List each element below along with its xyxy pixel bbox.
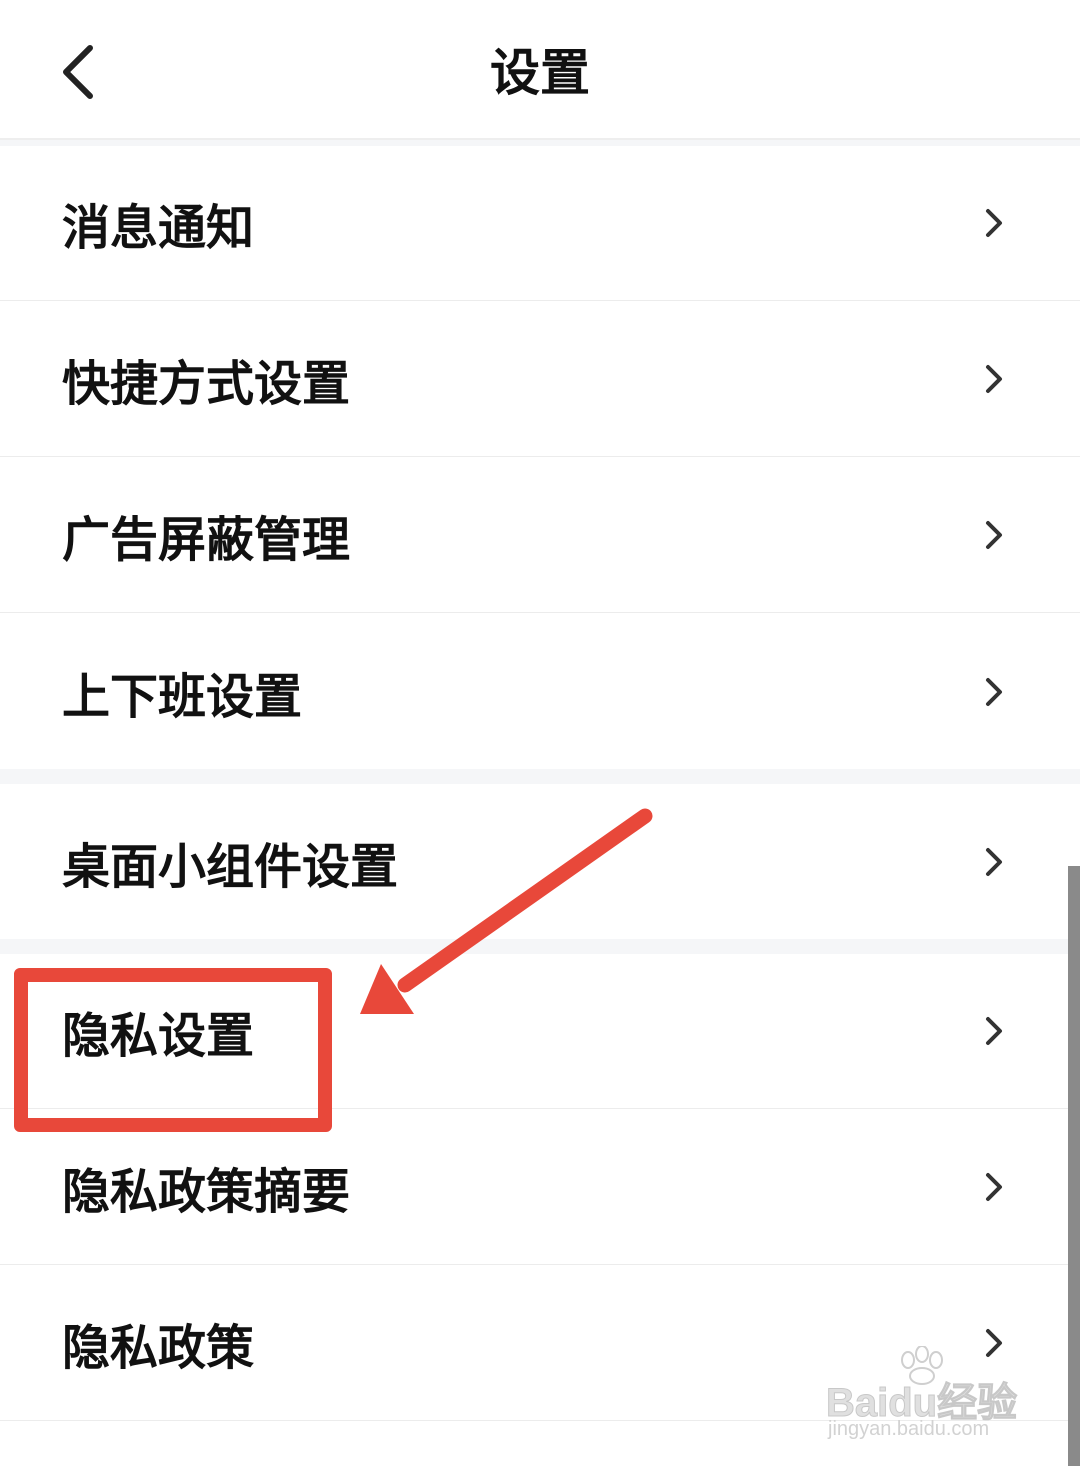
- settings-item-shortcuts[interactable]: 快捷方式设置: [0, 302, 1080, 457]
- chevron-right-icon: [986, 365, 1002, 393]
- chevron-right-icon: [986, 209, 1002, 237]
- page-title: 设置: [490, 44, 590, 102]
- watermark-url: jingyan.baidu.com: [828, 1418, 990, 1440]
- settings-item-privacy-settings[interactable]: 隐私设置: [0, 954, 1080, 1109]
- scrollbar[interactable]: [1068, 866, 1080, 1466]
- chevron-right-icon: [986, 521, 1002, 549]
- chevron-right-icon: [986, 1329, 1002, 1357]
- chevron-right-icon: [986, 677, 1002, 706]
- settings-item-privacy-summary[interactable]: 隐私政策摘要: [0, 1110, 1080, 1265]
- settings-item-label: 广告屏蔽管理: [62, 512, 351, 568]
- settings-item-label: 隐私政策: [62, 1320, 255, 1376]
- settings-item-label: 上下班设置: [62, 668, 303, 725]
- chevron-right-icon: [986, 1017, 1002, 1045]
- settings-item-label: 桌面小组件设置: [62, 838, 399, 895]
- settings-item-label: 隐私设置: [62, 1008, 255, 1064]
- settings-item-commute[interactable]: 上下班设置: [0, 614, 1080, 769]
- settings-item-label: 消息通知: [62, 200, 255, 256]
- chevron-right-icon: [986, 1173, 1002, 1201]
- settings-item-ad-blocking[interactable]: 广告屏蔽管理: [0, 458, 1080, 613]
- settings-item-widgets[interactable]: 桌面小组件设置: [0, 784, 1080, 939]
- settings-item-notifications[interactable]: 消息通知: [0, 146, 1080, 301]
- settings-item-privacy-policy[interactable]: 隐私政策: [0, 1266, 1080, 1421]
- settings-screen: 设置 消息通知 快捷方式设置 广告屏蔽管理 上下班设置 桌面小组件设置 隐私设置…: [0, 0, 1080, 1466]
- top-bar: 设置: [0, 0, 1080, 140]
- section-divider: [0, 769, 1080, 784]
- settings-item-label: 隐私政策摘要: [62, 1164, 351, 1220]
- settings-item-label: 快捷方式设置: [62, 356, 351, 412]
- chevron-right-icon: [986, 847, 1002, 876]
- section-divider: [0, 939, 1080, 954]
